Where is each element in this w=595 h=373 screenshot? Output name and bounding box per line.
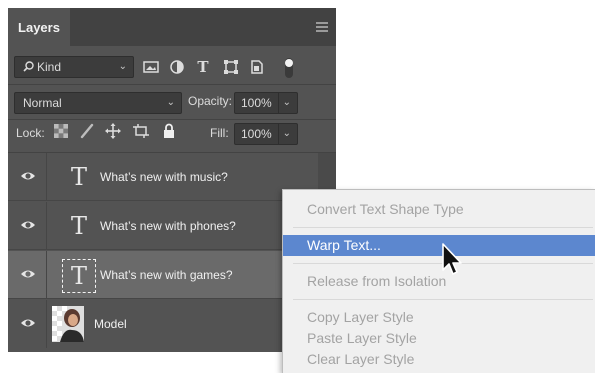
chevron-down-icon: ⌄ xyxy=(118,61,127,72)
text-layer-thumbnail-icon: T xyxy=(70,163,87,191)
menu-item-copy-layer-style[interactable]: Copy Layer Style xyxy=(283,307,595,328)
visibility-eye-icon[interactable] xyxy=(20,316,36,330)
search-icon xyxy=(23,57,34,77)
menu-item-paste-layer-style[interactable]: Paste Layer Style xyxy=(283,328,595,349)
filter-kind-dropdown[interactable]: Kind ⌄ xyxy=(14,56,134,78)
mouse-cursor-icon xyxy=(441,242,465,278)
visibility-eye-icon[interactable] xyxy=(20,267,36,281)
layer-row-music[interactable]: T What’s new with music? xyxy=(8,153,318,201)
menu-item-clear-layer-style[interactable]: Clear Layer Style xyxy=(283,349,595,370)
lock-transparent-pixels-icon[interactable] xyxy=(52,122,70,140)
type-layer-filter-icon[interactable]: T xyxy=(194,58,212,76)
text-layer-thumbnail-icon: T xyxy=(70,212,87,240)
image-layer-thumbnail xyxy=(52,306,84,342)
panel-tab-bar: Layers xyxy=(8,8,336,46)
layer-row-phones[interactable]: T What’s new with phones? xyxy=(8,202,318,250)
smart-object-filter-icon[interactable] xyxy=(248,58,266,76)
layer-context-menu: Convert Text Shape Type Warp Text... Rel… xyxy=(282,189,595,373)
blend-mode-dropdown[interactable]: Normal ⌄ xyxy=(14,92,182,114)
lock-artboard-icon[interactable] xyxy=(132,122,150,140)
layer-name[interactable]: Model xyxy=(94,317,127,331)
layer-row-games-selected[interactable]: T What’s new with games? xyxy=(8,251,318,299)
fill-label: Fill: xyxy=(210,126,229,140)
visibility-eye-icon[interactable] xyxy=(20,169,36,183)
tab-layers[interactable]: Layers xyxy=(8,8,70,46)
chevron-down-icon[interactable]: ⌄ xyxy=(283,93,291,113)
lock-image-pixels-icon[interactable] xyxy=(78,122,96,140)
blend-mode-value: Normal xyxy=(23,96,62,110)
fill-field[interactable]: 100% ⌄ xyxy=(234,123,298,145)
visibility-eye-icon[interactable] xyxy=(20,218,36,232)
layer-name[interactable]: What’s new with music? xyxy=(100,170,228,184)
opacity-label: Opacity: xyxy=(188,94,233,108)
shape-layer-filter-icon[interactable] xyxy=(222,58,240,76)
filter-kind-label: Kind xyxy=(37,60,62,74)
panel-menu-icon[interactable] xyxy=(316,22,328,32)
menu-item-convert-text-shape-type[interactable]: Convert Text Shape Type xyxy=(283,199,595,220)
menu-separator xyxy=(293,299,593,300)
layer-name[interactable]: What’s new with games? xyxy=(100,268,233,282)
filter-toggle-icon[interactable] xyxy=(282,58,296,78)
menu-separator xyxy=(293,227,593,228)
opacity-field[interactable]: 100% ⌄ xyxy=(234,92,298,114)
fill-value: 100% xyxy=(241,127,272,141)
layer-row-model[interactable]: Model xyxy=(8,300,318,348)
divider xyxy=(8,119,336,120)
lock-all-icon[interactable] xyxy=(160,122,178,140)
layer-name[interactable]: What’s new with phones? xyxy=(100,219,236,233)
chevron-down-icon[interactable]: ⌄ xyxy=(283,124,291,144)
chevron-down-icon: ⌄ xyxy=(166,97,175,108)
lock-label: Lock: xyxy=(16,126,45,140)
pixel-layer-filter-icon[interactable] xyxy=(142,58,160,76)
menu-item-warp-text[interactable]: Warp Text... xyxy=(283,235,595,256)
divider xyxy=(8,84,336,85)
opacity-value: 100% xyxy=(241,96,272,110)
menu-item-release-from-isolation[interactable]: Release from Isolation xyxy=(283,271,595,292)
text-layer-thumbnail-icon: T xyxy=(62,259,96,293)
lock-position-icon[interactable] xyxy=(104,122,122,140)
adjustment-layer-filter-icon[interactable] xyxy=(168,58,186,76)
